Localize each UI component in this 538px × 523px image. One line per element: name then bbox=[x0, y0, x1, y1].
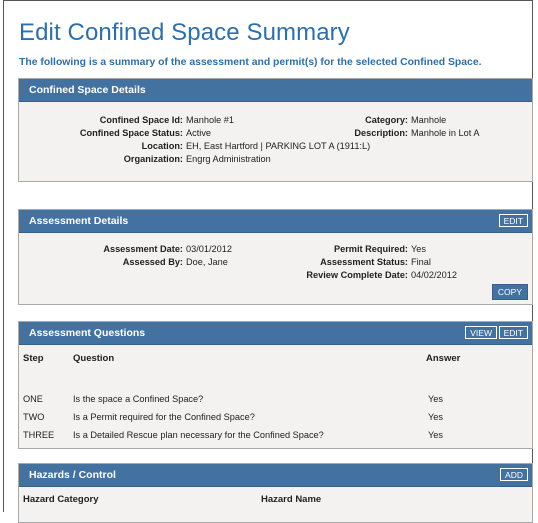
field-label: Permit Required: bbox=[333, 244, 408, 254]
category-value: Manhole bbox=[411, 115, 447, 125]
panel-title: Assessment Details bbox=[29, 215, 129, 227]
add-hazard-button[interactable]: ADD bbox=[500, 468, 528, 481]
panel-header: Hazards / Control ADD bbox=[19, 464, 532, 487]
space-status-row: Confined Space Status: Active bbox=[27, 128, 211, 138]
field-label: Confined Space Status: bbox=[79, 128, 183, 138]
field-label: Location: bbox=[141, 141, 183, 151]
review-date-value: 04/02/2012 bbox=[411, 270, 457, 280]
permit-required-row: Permit Required: Yes bbox=[269, 244, 426, 254]
hazards-control-panel: Hazards / Control ADD Hazard Category Ha… bbox=[18, 463, 533, 523]
question-cell: Is a Detailed Rescue plan necessary for … bbox=[73, 430, 324, 440]
description-value: Manhole in Lot A bbox=[411, 128, 480, 138]
category-row: Category: Manhole bbox=[269, 115, 446, 125]
field-label: Assessment Date: bbox=[103, 244, 183, 254]
permit-required-value: Yes bbox=[411, 244, 426, 254]
step-cell: THREE bbox=[23, 430, 55, 440]
edit-assessment-button[interactable]: EDIT bbox=[498, 214, 528, 227]
column-header-step: Step bbox=[23, 353, 44, 364]
field-label: Assessment Status: bbox=[320, 257, 408, 267]
assessment-questions-panel: Assessment Questions VIEW EDIT Step Ques… bbox=[18, 321, 533, 449]
page-frame: Edit Confined Space Summary The followin… bbox=[3, 0, 533, 523]
organization-value: Engrg Administration bbox=[186, 154, 271, 164]
column-header-hazard-name: Hazard Name bbox=[261, 494, 322, 505]
review-date-row: Review Complete Date: 04/02/2012 bbox=[269, 270, 457, 280]
copy-assessment-button[interactable]: COPY bbox=[491, 284, 528, 300]
page-subtitle: The following is a summary of the assess… bbox=[19, 57, 482, 68]
answer-cell: Yes bbox=[428, 430, 443, 440]
assessment-details-panel: Assessment Details EDIT Assessment Date:… bbox=[18, 209, 533, 305]
column-header-hazard-category: Hazard Category bbox=[23, 494, 99, 505]
answer-cell: Yes bbox=[428, 394, 443, 404]
assessment-status-value: Final bbox=[411, 257, 431, 267]
assessed-by-value: Doe, Jane bbox=[186, 257, 228, 267]
description-row: Description: Manhole in Lot A bbox=[269, 128, 479, 138]
question-cell: Is a Permit required for the Confined Sp… bbox=[73, 412, 255, 422]
assessed-by-row: Assessed By: Doe, Jane bbox=[27, 257, 228, 267]
edit-questions-button[interactable]: EDIT bbox=[498, 326, 528, 339]
field-label: Organization: bbox=[123, 154, 183, 164]
location-row: Location: EH, East Hartford | PARKING LOT… bbox=[27, 141, 371, 151]
field-label: Confined Space Id: bbox=[99, 115, 183, 125]
field-label: Description: bbox=[354, 128, 408, 138]
confined-space-details-panel: Confined Space Details Confined Space Id… bbox=[18, 78, 533, 182]
field-label: Category: bbox=[365, 115, 408, 125]
assessment-date-row: Assessment Date: 03/01/2012 bbox=[27, 244, 232, 254]
panel-title: Hazards / Control bbox=[29, 469, 116, 481]
panel-header: Confined Space Details bbox=[19, 79, 532, 102]
column-header-answer: Answer bbox=[426, 353, 461, 364]
panel-header: Assessment Questions VIEW EDIT bbox=[19, 322, 532, 345]
view-questions-button[interactable]: VIEW bbox=[465, 326, 497, 339]
assessment-status-row: Assessment Status: Final bbox=[269, 257, 431, 267]
field-label: Assessed By: bbox=[122, 257, 183, 267]
space-id-value: Manhole #1 bbox=[186, 115, 235, 125]
step-cell: TWO bbox=[23, 412, 45, 422]
location-value: EH, East Hartford | PARKING LOT A (1911:… bbox=[186, 141, 371, 151]
column-header-question: Question bbox=[73, 353, 115, 364]
organization-row: Organization: Engrg Administration bbox=[27, 154, 271, 164]
panel-title: Assessment Questions bbox=[29, 327, 146, 339]
question-cell: Is the space a Confined Space? bbox=[73, 394, 204, 404]
step-cell: ONE bbox=[23, 394, 43, 404]
panel-header: Assessment Details EDIT bbox=[19, 210, 532, 233]
page-title: Edit Confined Space Summary bbox=[19, 19, 350, 46]
assessment-date-value: 03/01/2012 bbox=[186, 244, 232, 254]
space-status-value: Active bbox=[186, 128, 212, 138]
field-label: Review Complete Date: bbox=[306, 270, 408, 280]
space-id-row: Confined Space Id: Manhole #1 bbox=[27, 115, 234, 125]
answer-cell: Yes bbox=[428, 412, 443, 422]
